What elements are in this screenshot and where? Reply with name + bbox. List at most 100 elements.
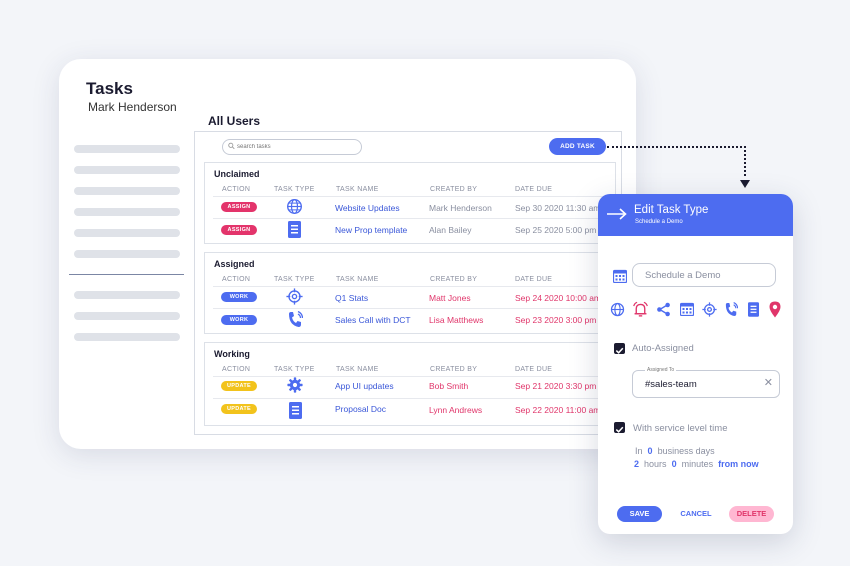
- created-by: Bob Smith: [429, 381, 469, 391]
- date-due: Sep 30 2020 11:30 am: [515, 203, 601, 213]
- section-heading: All Users: [208, 114, 261, 128]
- row-divider: [213, 308, 615, 309]
- sidebar-placeholder[interactable]: [74, 312, 180, 320]
- row-divider: [213, 376, 615, 377]
- sidebar-placeholder[interactable]: [74, 208, 180, 216]
- row-divider: [213, 196, 615, 197]
- panel-subtitle: Schedule a Demo: [635, 219, 683, 225]
- work-button[interactable]: WORK: [221, 315, 257, 325]
- document-icon: [288, 221, 301, 238]
- globe-icon[interactable]: [610, 302, 625, 317]
- checkmark-icon: [615, 426, 624, 433]
- section-working: Working ACTION TASK TYPE TASK NAME CREAT…: [204, 342, 616, 426]
- section-title: Unclaimed: [214, 169, 260, 179]
- target-icon: [286, 288, 303, 305]
- service-level-label: With service level time: [633, 423, 728, 434]
- created-by: Matt Jones: [429, 293, 471, 303]
- connector-line: [744, 146, 746, 176]
- location-pin-icon[interactable]: [769, 301, 781, 318]
- globe-icon: [287, 199, 302, 214]
- sidebar-placeholder[interactable]: [74, 187, 180, 195]
- share-icon[interactable]: [656, 302, 671, 317]
- sidebar-placeholder[interactable]: [74, 229, 180, 237]
- sla-days-line: In 0 business days: [635, 446, 715, 456]
- assign-button[interactable]: ASSIGN: [221, 225, 257, 235]
- date-due: Sep 23 2020 3:00 pm: [515, 315, 597, 325]
- arrow-right-icon[interactable]: [607, 208, 627, 220]
- column-header: ACTION: [222, 186, 251, 193]
- search-icon: [228, 142, 235, 150]
- sidebar-placeholder[interactable]: [74, 250, 180, 258]
- sidebar-placeholder[interactable]: [74, 145, 180, 153]
- phone-icon: [289, 311, 303, 327]
- sla-time-line: 2 hours 0 minutes from now: [634, 459, 759, 469]
- task-name-link[interactable]: Proposal Doc: [335, 404, 386, 414]
- save-button[interactable]: SAVE: [617, 506, 662, 522]
- sla-hours-value[interactable]: 2: [634, 459, 639, 469]
- user-name: Mark Henderson: [88, 100, 177, 114]
- section-assigned: Assigned ACTION TASK TYPE TASK NAME CREA…: [204, 252, 616, 334]
- calendar-icon[interactable]: [680, 302, 694, 316]
- search-input[interactable]: [237, 140, 355, 154]
- date-due: Sep 22 2020 11:00 am: [515, 405, 601, 415]
- cancel-button[interactable]: CANCEL: [678, 506, 714, 522]
- clear-icon[interactable]: ✕: [764, 377, 773, 389]
- created-by: Lynn Andrews: [429, 405, 483, 415]
- connector-line: [607, 146, 746, 148]
- sidebar-placeholder[interactable]: [74, 166, 180, 174]
- sidebar-divider: [69, 274, 184, 275]
- update-button[interactable]: UPDATE: [221, 381, 257, 391]
- page-title: Tasks: [86, 79, 133, 98]
- sidebar-placeholder[interactable]: [74, 333, 180, 341]
- created-by: Alan Bailey: [429, 225, 472, 235]
- date-due: Sep 25 2020 5:00 pm: [515, 225, 597, 235]
- gear-icon: [287, 377, 303, 393]
- column-header: ACTION: [222, 276, 251, 283]
- auto-assigned-label: Auto-Assigned: [632, 343, 694, 354]
- alarm-icon[interactable]: [632, 301, 649, 318]
- assign-button[interactable]: ASSIGN: [221, 202, 257, 212]
- created-by: Lisa Matthews: [429, 315, 484, 325]
- task-name-link[interactable]: Website Updates: [335, 203, 400, 213]
- sla-from-now[interactable]: from now: [718, 459, 759, 469]
- work-button[interactable]: WORK: [221, 292, 257, 302]
- column-header: TASK TYPE: [274, 276, 315, 283]
- task-type-name-input[interactable]: [632, 263, 776, 287]
- phone-icon[interactable]: [725, 302, 738, 317]
- row-divider: [213, 286, 615, 287]
- task-name-link[interactable]: Sales Call with DCT: [335, 315, 411, 325]
- service-level-checkbox[interactable]: [614, 422, 625, 433]
- row-divider: [213, 218, 615, 219]
- task-name-link[interactable]: Q1 Stats: [335, 293, 368, 303]
- column-header: TASK NAME: [336, 276, 379, 283]
- target-icon[interactable]: [702, 302, 717, 317]
- edit-task-type-panel: Edit Task Type Schedule a Demo Schedule …: [598, 194, 793, 534]
- column-header: CREATED BY: [430, 186, 478, 193]
- sla-minutes-value[interactable]: 0: [672, 459, 677, 469]
- task-name-link[interactable]: New Prop template: [335, 225, 407, 235]
- column-header: ACTION: [222, 366, 251, 373]
- delete-button[interactable]: DELETE: [729, 506, 774, 522]
- update-button[interactable]: UPDATE: [221, 404, 257, 414]
- column-header: CREATED BY: [430, 366, 478, 373]
- panel-header: Edit Task Type Schedule a Demo: [598, 194, 793, 236]
- auto-assigned-checkbox[interactable]: [614, 343, 625, 354]
- column-header: TASK NAME: [336, 366, 379, 373]
- date-due: Sep 21 2020 3:30 pm: [515, 381, 597, 391]
- assigned-to-label: Assigned To: [645, 367, 677, 373]
- search-box[interactable]: [222, 139, 362, 155]
- panel-title: Edit Task Type: [634, 204, 709, 216]
- arrow-down-icon: [740, 180, 750, 188]
- add-task-button[interactable]: ADD TASK: [549, 138, 606, 155]
- sla-in-label: In: [635, 446, 643, 456]
- sla-days-value[interactable]: 0: [648, 446, 653, 456]
- calendar-icon: [613, 269, 627, 283]
- document-icon[interactable]: [748, 302, 759, 317]
- task-name-link[interactable]: App UI updates: [335, 381, 394, 391]
- sidebar-placeholder[interactable]: [74, 291, 180, 299]
- sla-hours-label: hours: [644, 459, 667, 469]
- assigned-to-field[interactable]: Assigned To #sales-team ✕: [632, 367, 780, 398]
- section-title: Assigned: [214, 259, 255, 269]
- created-by: Mark Henderson: [429, 203, 492, 213]
- date-due: Sep 24 2020 10:00 am: [515, 293, 602, 303]
